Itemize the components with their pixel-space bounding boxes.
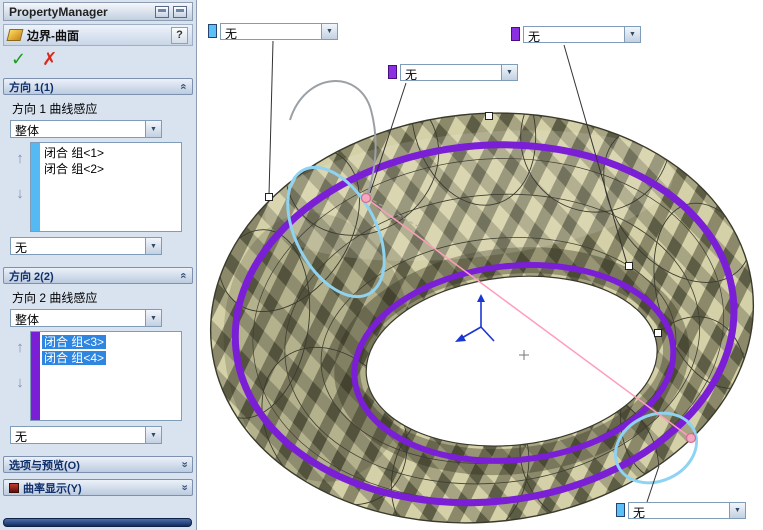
connector-point-handle[interactable] — [360, 192, 372, 204]
chevron-down-icon[interactable]: ▼ — [145, 310, 161, 326]
property-manager-titlebar: PropertyManager — [3, 2, 193, 21]
connector-value: 无 — [405, 68, 418, 80]
direction1-header-label: 方向 1(1) — [9, 81, 54, 94]
direction2-influence-value: 整体 — [15, 313, 40, 326]
callout-direction2-start: 无 ▼ — [511, 26, 641, 43]
direction1-color-bar — [31, 143, 40, 231]
direction1-group: 方向 1(1) » 方向 1 曲线感应 整体 ▼ ↑ ↓ 闭合 组<1> 闭合 … — [3, 78, 193, 261]
connector-combobox[interactable]: 无 ▼ — [628, 502, 746, 519]
pin-panel-icon[interactable] — [173, 5, 187, 18]
feature-header: 边界-曲面 ? — [3, 24, 193, 46]
direction1-group-header[interactable]: 方向 1(1) » — [3, 78, 193, 95]
curvature-display-header[interactable]: 曲率显示(Y) » — [3, 479, 193, 496]
chevron-down-icon[interactable]: ▼ — [145, 121, 161, 137]
property-manager-title: PropertyManager — [9, 4, 108, 19]
expand-chevron-icon[interactable]: » — [178, 484, 190, 490]
ok-cancel-row: ✓ ✗ — [3, 46, 193, 72]
direction2-color-bar — [31, 332, 40, 420]
chevron-down-icon[interactable]: ▼ — [145, 427, 161, 443]
move-down-button[interactable]: ↓ — [16, 185, 24, 202]
direction2-influence-combobox[interactable]: 整体 ▼ — [10, 309, 162, 327]
chevron-down-icon[interactable]: ▼ — [321, 24, 337, 39]
ok-button[interactable]: ✓ — [11, 50, 26, 68]
chevron-down-icon[interactable]: ▼ — [624, 27, 640, 42]
chevron-down-icon[interactable]: ▼ — [729, 503, 745, 518]
direction1-curve-list[interactable]: 闭合 组<1> 闭合 组<2> — [30, 142, 182, 232]
direction1-color-swatch — [616, 503, 625, 517]
direction1-influence-value: 整体 — [15, 124, 40, 137]
connector-value: 无 — [633, 506, 646, 518]
callout-direction2-mid: 无 ▼ — [388, 64, 518, 81]
list-item[interactable]: 闭合 组<4> — [42, 350, 179, 366]
solidworks-window: PropertyManager 边界-曲面 ? ✓ ✗ 方向 1(1) » 方向… — [0, 0, 763, 530]
direction2-header-label: 方向 2(2) — [9, 270, 54, 283]
connector-combobox[interactable]: 无 ▼ — [220, 23, 338, 40]
direction2-group: 方向 2(2) » 方向 2 曲线感应 整体 ▼ ↑ ↓ 闭合 组<3> 闭合 … — [3, 267, 193, 450]
connector-combobox[interactable]: 无 ▼ — [523, 26, 641, 43]
origin-triad-icon — [455, 294, 495, 342]
direction1-influence-combobox[interactable]: 整体 ▼ — [10, 120, 162, 138]
direction2-body: 方向 2 曲线感应 整体 ▼ ↑ ↓ 闭合 组<3> 闭合 组<4> 无 ▼ — [3, 284, 193, 450]
direction2-tangency-value: 无 — [15, 430, 28, 443]
help-button[interactable]: ? — [171, 26, 188, 44]
curvature-icon — [9, 482, 19, 493]
cross-marker-icon — [519, 350, 529, 360]
dock-panel-icon[interactable] — [155, 5, 169, 18]
chevron-down-icon[interactable]: ▼ — [501, 65, 517, 80]
connector-point-handle[interactable] — [685, 432, 697, 444]
move-up-button[interactable]: ↑ — [16, 150, 24, 167]
move-down-button[interactable]: ↓ — [16, 374, 24, 391]
direction2-group-header[interactable]: 方向 2(2) » — [3, 267, 193, 284]
feature-title: 边界-曲面 — [27, 28, 79, 43]
property-manager-panel: PropertyManager 边界-曲面 ? ✓ ✗ 方向 1(1) » 方向… — [0, 0, 197, 530]
callout-direction1-start: 无 ▼ — [208, 23, 338, 40]
list-item[interactable]: 闭合 组<1> — [42, 145, 179, 161]
options-preview-group: 选项与预览(O) » — [3, 456, 193, 473]
connector-value: 无 — [528, 30, 541, 42]
expand-chevron-icon[interactable]: » — [178, 461, 190, 467]
boundary-surface-icon — [6, 29, 24, 41]
direction2-color-swatch — [511, 27, 520, 41]
options-preview-header[interactable]: 选项与预览(O) » — [3, 456, 193, 473]
collapse-chevron-icon[interactable]: » — [177, 83, 189, 89]
direction1-tangency-combobox[interactable]: 无 ▼ — [10, 237, 162, 255]
list-item[interactable]: 闭合 组<3> — [42, 334, 179, 350]
panel-bottom-bar — [3, 518, 192, 527]
chevron-down-icon[interactable]: ▼ — [145, 238, 161, 254]
callout-direction1-end: 无 ▼ — [616, 502, 746, 519]
direction2-color-swatch — [388, 65, 397, 79]
direction2-influence-label: 方向 2 曲线感应 — [12, 291, 98, 305]
graphics-viewport[interactable]: 无 ▼ 无 ▼ 无 ▼ 无 ▼ — [197, 0, 763, 530]
direction1-color-swatch — [208, 24, 217, 38]
direction1-tangency-value: 无 — [15, 241, 28, 254]
curvature-display-label: 曲率显示(Y) — [23, 482, 82, 495]
direction1-influence-label: 方向 1 曲线感应 — [12, 102, 98, 116]
direction2-tangency-combobox[interactable]: 无 ▼ — [10, 426, 162, 444]
collapse-chevron-icon[interactable]: » — [177, 272, 189, 278]
connector-value: 无 — [225, 27, 238, 39]
direction1-body: 方向 1 曲线感应 整体 ▼ ↑ ↓ 闭合 组<1> 闭合 组<2> 无 ▼ — [3, 95, 193, 261]
move-up-button[interactable]: ↑ — [16, 339, 24, 356]
curvature-display-group: 曲率显示(Y) » — [3, 479, 193, 496]
list-item[interactable]: 闭合 组<2> — [42, 161, 179, 177]
direction2-curve-list[interactable]: 闭合 组<3> 闭合 组<4> — [30, 331, 182, 421]
cancel-button[interactable]: ✗ — [42, 50, 57, 68]
options-preview-label: 选项与预览(O) — [9, 459, 80, 472]
connector-combobox[interactable]: 无 ▼ — [400, 64, 518, 81]
